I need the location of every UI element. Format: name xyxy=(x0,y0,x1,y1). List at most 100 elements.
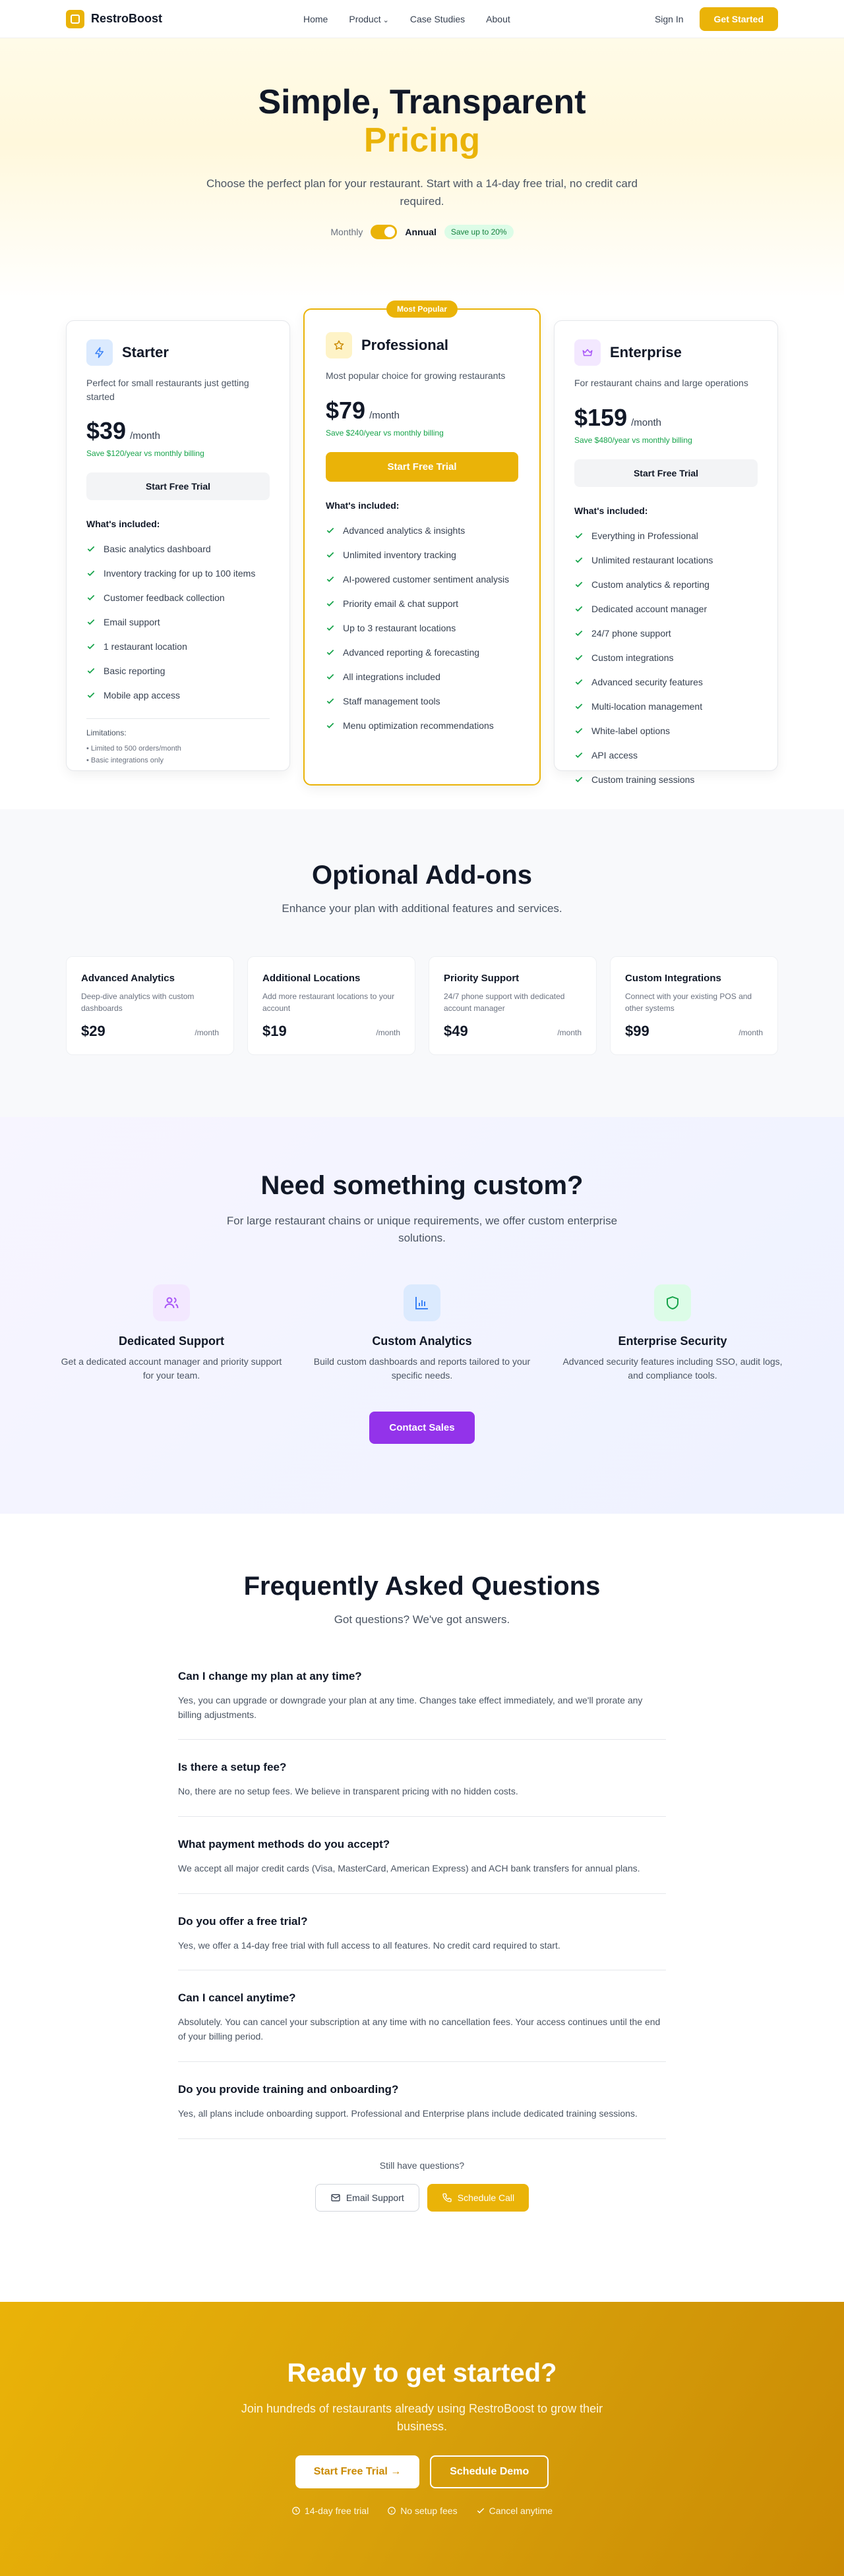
faq-item: Can I change my plan at any time? Yes, y… xyxy=(178,1670,666,1740)
plan-price: $79 xyxy=(326,397,366,424)
nav-link-product[interactable]: Product xyxy=(349,14,389,24)
clock-icon xyxy=(292,2507,300,2515)
plan-savings: Save $480/year vs monthly billing xyxy=(574,436,692,445)
start-trial-button[interactable]: Start Free Trial xyxy=(574,459,758,487)
cta-subtitle: Join hundreds of restaurants already usi… xyxy=(241,2402,603,2433)
plan-card-enterprise: Enterprise For restaurant chains and lar… xyxy=(554,320,778,785)
nav-link-about[interactable]: About xyxy=(486,14,510,24)
custom-feature-desc: Build custom dashboards and reports tail… xyxy=(313,1356,531,1381)
check-icon xyxy=(87,570,95,577)
save-badge: Save up to 20% xyxy=(444,225,514,240)
hero-subtitle: Choose the perfect plan for your restaur… xyxy=(206,177,638,208)
check-icon xyxy=(575,630,583,637)
check-icon xyxy=(326,722,334,729)
feature-item: Advanced security features xyxy=(574,670,758,695)
check-icon xyxy=(326,698,334,704)
check-icon xyxy=(575,606,583,612)
feature-item: Multi-location management xyxy=(574,695,758,719)
faq-answer: Absolutely. You can cancel your subscrip… xyxy=(178,2017,661,2042)
sign-in-link[interactable]: Sign In xyxy=(655,14,684,24)
faq-title: Frequently Asked Questions xyxy=(243,1572,601,1601)
feature-list: Basic analytics dashboard Inventory trac… xyxy=(86,537,270,708)
start-trial-button[interactable]: Start Free Trial xyxy=(86,472,270,500)
addon-card[interactable]: Additional Locations Add more restaurant… xyxy=(247,956,415,1055)
faq-subtitle: Got questions? We've got answers. xyxy=(334,1613,510,1626)
check-icon xyxy=(326,673,334,680)
get-started-button[interactable]: Get Started xyxy=(699,7,778,31)
top-nav: RestroBoost Home Product Case Studies Ab… xyxy=(0,0,844,38)
faq-answer: We accept all major credit cards (Visa, … xyxy=(178,1863,640,1874)
addon-description: Add more restaurant locations to your ac… xyxy=(262,992,395,1013)
arrow-right-icon: → xyxy=(390,2466,402,2477)
cta-note: No setup fees xyxy=(387,2505,458,2516)
feature-item: Menu optimization recommendations xyxy=(326,714,518,738)
plan-period: /month xyxy=(130,430,160,442)
brand-name: RestroBoost xyxy=(91,12,163,25)
email-support-button[interactable]: Email Support xyxy=(315,2183,419,2212)
plan-period: /month xyxy=(631,417,661,428)
addon-card[interactable]: Priority Support 24/7 phone support with… xyxy=(429,956,597,1055)
feature-item: Up to 3 restaurant locations xyxy=(326,616,518,641)
custom-feature-title: Dedicated Support xyxy=(118,1334,224,1348)
shield-icon xyxy=(654,1284,691,1321)
check-icon xyxy=(575,654,583,661)
plan-card-professional: Most Popular Professional Most popular c… xyxy=(303,301,541,786)
feature-item: Advanced analytics & insights xyxy=(326,519,518,543)
mail-icon xyxy=(331,2194,340,2201)
contact-sales-button[interactable]: Contact Sales xyxy=(369,1411,475,1444)
check-icon xyxy=(575,581,583,588)
schedule-demo-button[interactable]: Schedule Demo xyxy=(430,2455,549,2488)
plan-name: Professional xyxy=(361,337,449,353)
feature-item: Custom integrations xyxy=(574,646,758,670)
addons-subtitle: Enhance your plan with additional featur… xyxy=(282,902,562,915)
addon-card[interactable]: Custom Integrations Connect with your ex… xyxy=(610,956,778,1055)
feature-item: 24/7 phone support xyxy=(574,621,758,646)
title-line-1: Simple, Transparent xyxy=(258,83,586,121)
plan-description: Most popular choice for growing restaura… xyxy=(326,370,506,381)
faq-question: What payment methods do you accept? xyxy=(178,1838,390,1851)
cta-section: Ready to get started? Join hundreds of r… xyxy=(0,2302,844,2576)
nav-link-home[interactable]: Home xyxy=(303,14,328,24)
faq-item: Can I cancel anytime? Absolutely. You ca… xyxy=(178,1991,666,2062)
billing-annual-label[interactable]: Annual xyxy=(405,227,436,237)
feature-item: All integrations included xyxy=(326,665,518,689)
faq-question: Is there a setup fee? xyxy=(178,1761,287,1774)
start-trial-button[interactable]: Start Free Trial xyxy=(326,452,518,482)
title-line-2: Pricing xyxy=(363,121,481,160)
hero-section: Simple, Transparent Pricing Choose the p… xyxy=(0,38,844,302)
billing-monthly-label[interactable]: Monthly xyxy=(330,227,363,237)
feature-item: AI-powered customer sentiment analysis xyxy=(326,567,518,592)
limitations-heading: Limitations: xyxy=(86,728,127,737)
plan-name: Starter xyxy=(122,344,169,360)
brand-logo[interactable]: RestroBoost xyxy=(66,9,163,28)
feature-item: Customer feedback collection xyxy=(86,586,270,610)
nav-link-case-studies[interactable]: Case Studies xyxy=(410,14,465,24)
addon-period: /month xyxy=(557,1028,582,1037)
faq-answer: Yes, we offer a 14-day free trial with f… xyxy=(178,1939,560,1951)
addon-description: Deep-dive analytics with custom dashboar… xyxy=(81,992,195,1013)
addon-name: Advanced Analytics xyxy=(81,973,175,984)
addon-description: Connect with your existing POS and other… xyxy=(625,992,752,1013)
addon-card[interactable]: Advanced Analytics Deep-dive analytics w… xyxy=(66,956,234,1055)
limitations-block: Limitations: • Limited to 500 orders/mon… xyxy=(86,718,270,766)
addon-price: $99 xyxy=(625,1023,649,1039)
feature-item: Email support xyxy=(86,610,270,635)
feature-item: Basic reporting xyxy=(86,659,270,683)
billing-toggle[interactable] xyxy=(371,225,398,240)
check-icon xyxy=(575,532,583,539)
plan-period: /month xyxy=(369,410,400,421)
cta-notes: 14-day free trial No setup fees Cancel a… xyxy=(0,2505,844,2516)
check-icon xyxy=(87,643,95,650)
cta-start-trial-button[interactable]: Start Free Trial → xyxy=(295,2455,420,2488)
addon-name: Additional Locations xyxy=(262,973,361,984)
faq-question: Can I cancel anytime? xyxy=(178,1991,296,2005)
cta-note: Cancel anytime xyxy=(476,2505,553,2516)
schedule-call-button[interactable]: Schedule Call xyxy=(427,2183,529,2212)
feature-item: Unlimited inventory tracking xyxy=(326,543,518,567)
custom-feature: Custom Analytics Build custom dashboards… xyxy=(310,1284,534,1383)
custom-subtitle: For large restaurant chains or unique re… xyxy=(226,1215,618,1245)
check-icon xyxy=(87,619,95,625)
faq-item: What payment methods do you accept? We a… xyxy=(178,1838,666,1894)
addons-section: Optional Add-ons Enhance your plan with … xyxy=(0,809,844,1117)
cta-note: 14-day free trial xyxy=(291,2505,369,2516)
